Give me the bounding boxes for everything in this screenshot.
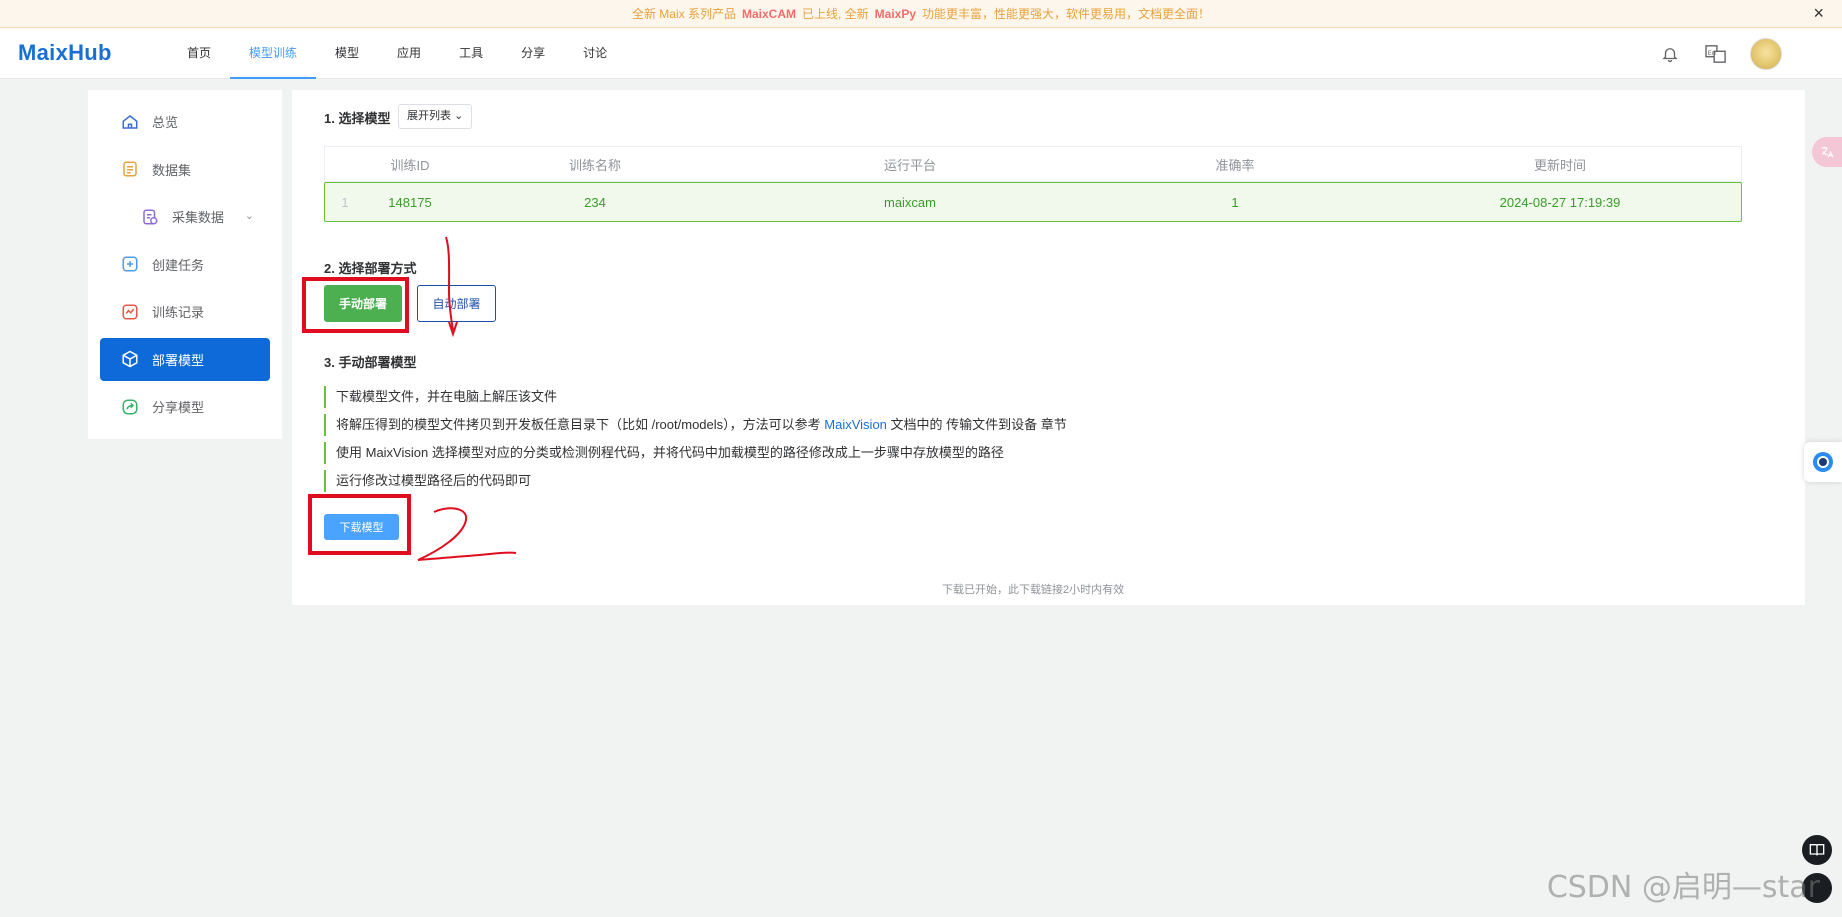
cell-train-id: 148175 (388, 194, 432, 210)
instruction-step: 下载模型文件，并在电脑上解压该文件 (324, 386, 557, 408)
sidebar-item-overview[interactable]: 总览 (100, 100, 270, 143)
table-header: 训练ID 训练名称 运行平台 准确率 更新时间 (324, 146, 1742, 182)
model-table: 训练ID 训练名称 运行平台 准确率 更新时间 1 148175 234 mai… (324, 146, 1742, 222)
main-nav: 首页 模型训练 模型 应用 工具 分享 讨论 (168, 28, 626, 79)
announcement-text-post: 功能更丰富，性能更强大，软件更易用，文档更全面！ (922, 7, 1211, 21)
header-platform: 运行平台 (883, 157, 936, 173)
nav-model-training[interactable]: 模型训练 (230, 28, 317, 79)
top-header: MaixHub 首页 模型训练 模型 应用 工具 分享 讨论 En (0, 28, 1842, 79)
cube-icon (120, 349, 140, 369)
sidebar-item-label: 部署模型 (152, 352, 205, 368)
sidebar-item-create-task[interactable]: 创建任务 (100, 243, 270, 286)
nav-home[interactable]: 首页 (168, 28, 230, 79)
header-accuracy: 准确率 (1215, 157, 1255, 173)
translate-icon[interactable]: En (1704, 42, 1728, 66)
sidebar-item-share-model[interactable]: 分享模型 (100, 385, 270, 428)
header-updated: 更新时间 (1533, 157, 1586, 173)
nav-apps[interactable]: 应用 (378, 28, 440, 79)
record-icon (120, 302, 140, 322)
book-icon[interactable] (1802, 835, 1832, 865)
plus-icon (120, 254, 140, 274)
chevron-down-icon[interactable]: ⌄ (245, 209, 254, 222)
header-train-id: 训练ID (390, 157, 430, 173)
sidebar: 总览 数据集 采集数据 ⌄ 创建任务 训练记录 部署模型 分享模型 (88, 90, 282, 439)
step-text: 运行修改过模型路径后的代码即可 (336, 473, 532, 488)
sidebar-item-dataset[interactable]: 数据集 (100, 148, 270, 191)
instruction-step: 使用 MaixVision 选择模型对应的分类或检测例程代码，并将代码中加载模型… (324, 442, 1004, 464)
nav-discuss[interactable]: 讨论 (564, 28, 626, 79)
step-text: 使用 MaixVision 选择模型对应的分类或检测例程代码，并将代码中加载模型… (336, 445, 1004, 460)
step-text: 下载模型文件，并在电脑上解压该文件 (336, 389, 558, 404)
close-icon[interactable]: × (1813, 4, 1824, 22)
cell-platform: maixcam (883, 194, 936, 210)
instruction-step: 将解压得到的模型文件拷贝到开发板任意目录下（比如 /root/models），方… (324, 414, 1067, 436)
cell-train-name: 234 (584, 194, 606, 210)
step2-title: 2. 选择部署方式 (324, 261, 417, 276)
announcement-text-mid: 已上线, 全新 (801, 7, 869, 21)
svg-text:En: En (1708, 49, 1716, 56)
announcement-maixpy[interactable]: MaixPy (875, 7, 916, 21)
step3-title: 3. 手动部署模型 (324, 355, 417, 370)
deploy-panel: 1. 选择模型 展开列表 ⌄ 训练ID 训练名称 运行平台 准确率 更新时间 1… (292, 90, 1805, 605)
dataset-icon (120, 159, 140, 179)
expand-list-dropdown[interactable]: 展开列表 ⌄ (398, 104, 473, 129)
sidebar-item-label: 分享模型 (152, 400, 205, 415)
bell-icon[interactable] (1658, 42, 1682, 66)
download-hint: 下载已开始，此下载链接2小时内有效 (942, 584, 1125, 596)
sidebar-item-training-records[interactable]: 训练记录 (100, 290, 270, 333)
maixvision-link[interactable]: MaixVision (824, 417, 887, 432)
sidebar-item-collect-data[interactable]: 采集数据 ⌄ (100, 195, 270, 238)
nav-models[interactable]: 模型 (316, 28, 378, 79)
chevron-down-icon: ⌄ (454, 110, 464, 122)
dropdown-label: 展开列表 (407, 110, 451, 122)
step-text: 将解压得到的模型文件拷贝到开发板任意目录下（比如 /root/models），方… (336, 417, 821, 432)
annotation-box-manual (302, 277, 409, 333)
cell-updated: 2024-08-27 17:19:39 (1499, 194, 1621, 210)
nav-share[interactable]: 分享 (502, 28, 564, 79)
header-actions: En (1658, 28, 1782, 79)
step-text: 文档中的 传输文件到设备 章节 (890, 417, 1067, 432)
instruction-step: 运行修改过模型路径后的代码即可 (324, 470, 531, 492)
announcement-bar: 全新 Maix 系列产品 MaixCAM 已上线, 全新 MaixPy 功能更丰… (0, 0, 1842, 28)
sidebar-item-label: 训练记录 (152, 305, 205, 320)
sidebar-item-deploy-model[interactable]: 部署模型 (100, 337, 270, 381)
watermark: CSDN @启明—star (1546, 870, 1820, 905)
header-train-name: 训练名称 (568, 157, 621, 173)
sidebar-item-label: 创建任务 (152, 257, 205, 273)
table-row[interactable]: 1 148175 234 maixcam 1 2024-08-27 17:19:… (324, 182, 1742, 222)
sidebar-item-label: 总览 (152, 115, 179, 130)
nav-tools[interactable]: 工具 (440, 28, 502, 79)
cell-accuracy: 1 (1231, 194, 1239, 210)
sidebar-item-label: 数据集 (152, 162, 192, 178)
translate-float-icon[interactable] (1812, 137, 1842, 167)
collect-icon (140, 207, 160, 227)
share-icon (120, 397, 140, 417)
sidebar-item-label: 采集数据 (172, 210, 225, 225)
announcement-text-pre: 全新 Maix 系列产品 (631, 7, 736, 21)
home-icon (120, 112, 140, 132)
annotation-box-download (308, 494, 411, 555)
step1-title: 1. 选择模型 (324, 111, 391, 126)
logo[interactable]: MaixHub (18, 40, 168, 66)
assistant-icon[interactable] (1804, 442, 1842, 482)
cell-index: 1 (341, 194, 349, 210)
auto-deploy-button[interactable]: 自动部署 (417, 285, 496, 322)
avatar[interactable] (1750, 37, 1782, 70)
announcement-maixcam[interactable]: MaixCAM (742, 7, 796, 21)
